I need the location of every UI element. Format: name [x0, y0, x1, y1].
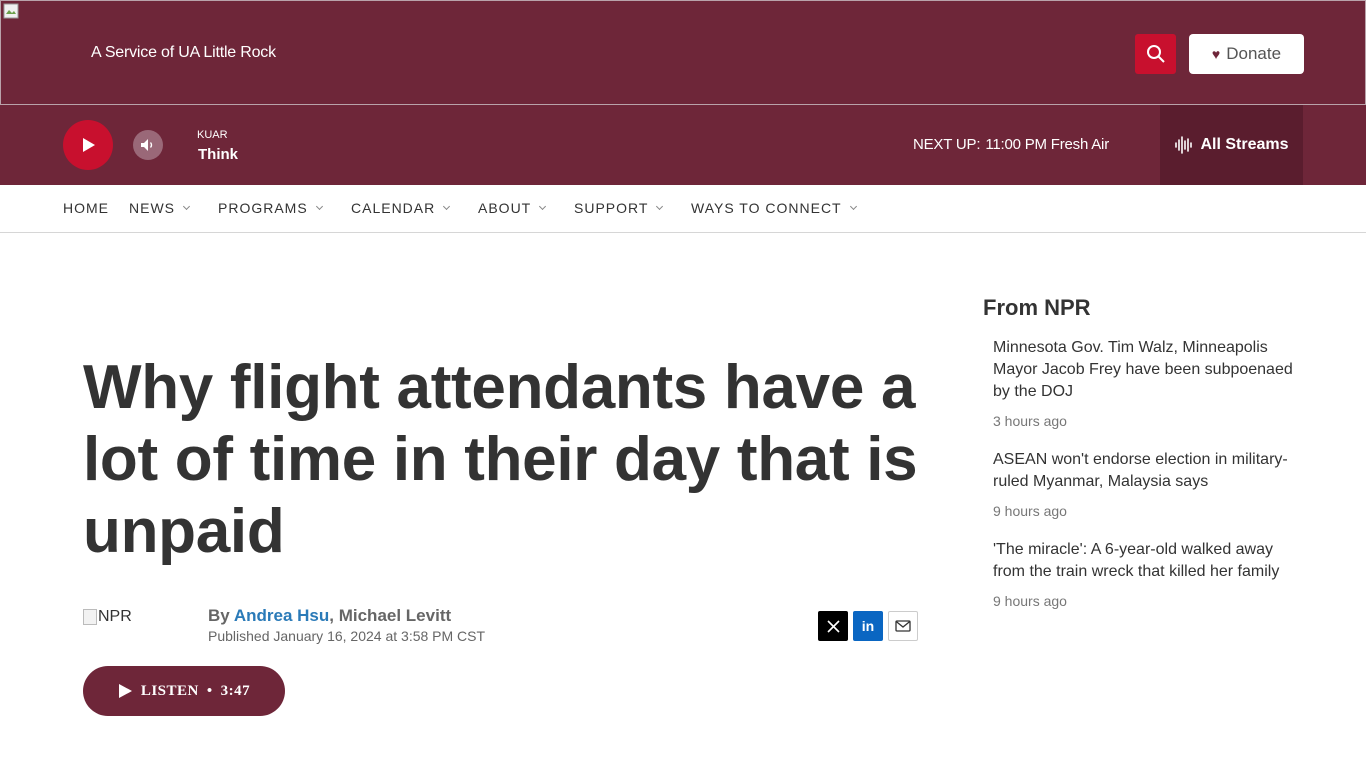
- author-michael-levitt: Michael Levitt: [338, 606, 452, 625]
- nav-item-label: WAYS TO CONNECT: [691, 200, 842, 216]
- next-up-label: NEXT UP:: [913, 136, 981, 153]
- all-streams-label: All Streams: [1200, 136, 1289, 153]
- sidebar-title: From NPR: [983, 295, 1091, 320]
- story-link[interactable]: Minnesota Gov. Tim Walz, Minneapolis May…: [993, 337, 1293, 403]
- story-link[interactable]: ASEAN won't endorse election in military…: [993, 449, 1293, 493]
- nav-item-ways-to-connect[interactable]: WAYS TO CONNECT: [691, 200, 857, 216]
- x-logo-icon: [826, 619, 840, 633]
- list-item: ASEAN won't endorse election in military…: [993, 449, 1293, 519]
- site-header: A Service of UA Little Rock ♥ Donate: [0, 0, 1366, 105]
- donate-button[interactable]: ♥ Donate: [1189, 34, 1304, 74]
- search-button[interactable]: [1135, 34, 1176, 74]
- list-item: Minnesota Gov. Tim Walz, Minneapolis May…: [993, 337, 1293, 429]
- author-separator: ,: [329, 606, 334, 625]
- chevron-down-icon: [315, 202, 323, 210]
- share-x-button[interactable]: [818, 611, 848, 641]
- live-player-bar: KUAR Think NEXT UP: 11:00 PM Fresh Air Al…: [0, 105, 1366, 185]
- listen-duration: 3:47: [220, 682, 251, 699]
- nav-item-home[interactable]: HOME: [63, 200, 109, 216]
- article-headline: Why flight attendants have a lot of time…: [83, 353, 918, 566]
- chevron-down-icon: [656, 202, 664, 210]
- published-date: Published January 16, 2024 at 3:58 PM CS…: [208, 628, 486, 644]
- nav-item-label: ABOUT: [478, 200, 532, 216]
- listen-button[interactable]: LISTEN • 3:47: [83, 666, 285, 716]
- search-icon: [1146, 45, 1165, 63]
- nav-item-support[interactable]: SUPPORT: [574, 200, 664, 216]
- next-up: NEXT UP: 11:00 PM Fresh Air: [913, 136, 1109, 153]
- heart-icon: ♥: [1211, 46, 1221, 62]
- nav-item-programs[interactable]: PROGRAMS: [218, 200, 323, 216]
- main-nav: HOME NEWS PROGRAMS CALENDAR ABOUT SUPPOR…: [0, 185, 1366, 233]
- volume-button[interactable]: [133, 130, 163, 160]
- play-icon: [118, 684, 132, 698]
- chevron-down-icon: [849, 202, 857, 210]
- story-time: 9 hours ago: [993, 503, 1067, 519]
- chevron-down-icon: [182, 202, 191, 210]
- nav-item-calendar[interactable]: CALENDAR: [351, 200, 451, 216]
- volume-icon: [141, 139, 153, 151]
- chevron-down-icon: [443, 202, 451, 210]
- npr-logo[interactable]: NPR: [83, 608, 132, 626]
- chevron-down-icon: [539, 202, 547, 210]
- author-link-andrea-hsu[interactable]: Andrea Hsu: [234, 606, 329, 625]
- nav-item-label: HOME: [63, 200, 109, 216]
- next-up-value: 11:00 PM Fresh Air: [985, 136, 1109, 153]
- list-item: 'The miracle': A 6-year-old walked away …: [993, 539, 1293, 609]
- story-time: 3 hours ago: [993, 413, 1067, 429]
- nav-item-label: CALENDAR: [351, 200, 436, 216]
- mail-icon: [895, 620, 911, 632]
- listen-separator: •: [206, 682, 213, 699]
- byline: By Andrea Hsu, Michael Levitt: [208, 606, 451, 626]
- linkedin-icon: in: [861, 618, 875, 634]
- broken-image-icon: [83, 609, 97, 625]
- share-email-button[interactable]: [888, 611, 918, 641]
- nav-item-label: SUPPORT: [574, 200, 649, 216]
- share-linkedin-button[interactable]: in: [853, 611, 883, 641]
- story-link[interactable]: 'The miracle': A 6-year-old walked away …: [993, 539, 1293, 583]
- nav-item-news[interactable]: NEWS: [129, 200, 191, 216]
- story-time: 9 hours ago: [993, 593, 1067, 609]
- audio-wave-icon: [1175, 136, 1193, 154]
- all-streams-button[interactable]: All Streams: [1160, 105, 1303, 185]
- play-icon: [83, 138, 95, 152]
- play-button[interactable]: [63, 120, 113, 170]
- donate-label: Donate: [1226, 44, 1282, 63]
- station-name: KUAR: [197, 129, 228, 141]
- broken-image-icon: [3, 3, 19, 19]
- nav-item-about[interactable]: ABOUT: [478, 200, 547, 216]
- station-tagline[interactable]: A Service of UA Little Rock: [91, 44, 276, 62]
- byline-prefix: By: [208, 606, 230, 625]
- nav-item-label: NEWS: [129, 200, 175, 216]
- current-show: Think: [198, 146, 238, 163]
- listen-label: LISTEN: [140, 682, 199, 699]
- nav-item-label: PROGRAMS: [218, 200, 308, 216]
- npr-logo-alt: NPR: [98, 608, 132, 625]
